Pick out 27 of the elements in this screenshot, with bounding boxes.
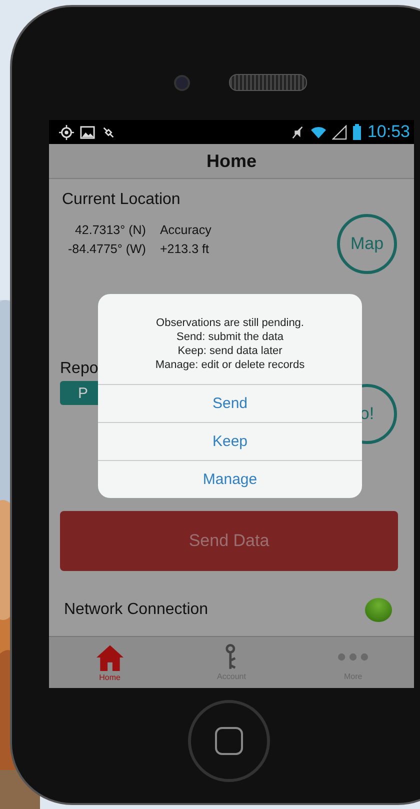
satellite-icon — [101, 124, 116, 140]
longitude-text: -84.4775° (W) — [68, 242, 146, 256]
screen-title: Home — [206, 150, 256, 172]
status-time: 10:53 — [367, 122, 410, 142]
dialog-message: Observations are still pending. Send: submit the data Keep: send data later Manage: edit or delete records — [154, 316, 306, 373]
wifi-icon — [311, 124, 326, 140]
camera-icon — [174, 75, 190, 91]
more-icon — [338, 653, 368, 661]
latitude-text: 42.7313° (N) — [74, 223, 146, 237]
dialog-button[interactable]: Keep — [98, 422, 362, 460]
location-target-icon — [59, 124, 74, 140]
home-icon — [94, 644, 125, 670]
send-data-button[interactable]: Send Data — [60, 511, 398, 571]
dialog-button[interactable]: Send — [98, 384, 362, 422]
key-icon — [225, 644, 238, 670]
dialog-button[interactable]: Manage — [98, 460, 362, 498]
map-button[interactable]: Map — [337, 214, 397, 274]
mute-icon — [290, 124, 306, 140]
section-title: Repo — [60, 360, 98, 378]
signal-icon — [332, 124, 348, 140]
image-icon — [80, 124, 95, 140]
battery-icon — [353, 124, 362, 140]
accuracy-label: Accuracy — [160, 223, 212, 237]
network-label: Network Connection — [64, 601, 208, 619]
tab[interactable]: Home — [70, 637, 150, 688]
section-title: Current Location — [62, 191, 182, 209]
accuracy-value: +213.3 ft — [160, 242, 210, 256]
